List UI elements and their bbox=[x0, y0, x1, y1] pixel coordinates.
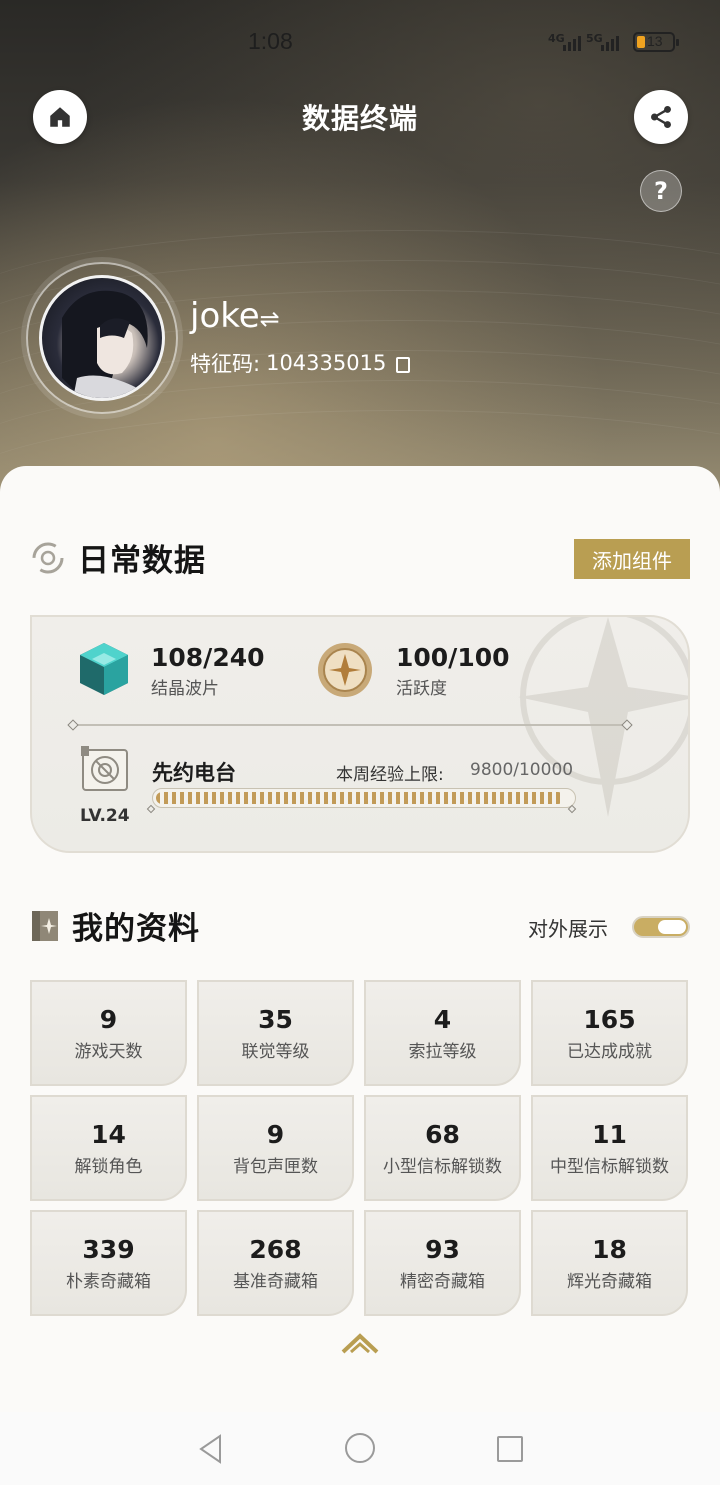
page-title: 数据终端 bbox=[301, 102, 418, 135]
activity-stat: 100/100 活跃度 bbox=[396, 643, 510, 699]
radio-level: LV.24 bbox=[80, 806, 130, 826]
avatar-portrait bbox=[62, 290, 148, 398]
profile-stat-value: 9 bbox=[99, 1004, 118, 1034]
share-button[interactable] bbox=[634, 90, 688, 144]
panel-divider bbox=[72, 724, 628, 726]
back-triangle-icon[interactable] bbox=[198, 1434, 224, 1464]
radio-icon bbox=[81, 746, 128, 791]
crystal-label: 结晶波片 bbox=[151, 679, 219, 699]
username: joke⇌ bbox=[190, 296, 280, 336]
profile-stat-cell: 165 已达成成就 bbox=[531, 980, 688, 1086]
profile-stat-label: 基准奇藏箱 bbox=[233, 1271, 318, 1292]
profile-stat-cell: 9 背包声匣数 bbox=[197, 1095, 354, 1201]
profile-stat-cell: 9 游戏天数 bbox=[30, 980, 187, 1086]
system-navigation-bar bbox=[0, 1412, 720, 1485]
weekly-exp-value: 9800/10000 bbox=[470, 760, 574, 780]
public-display-toggle[interactable] bbox=[632, 916, 690, 938]
status-bar: 1:08 4G 5G 13 bbox=[0, 22, 720, 62]
home-circle-icon[interactable] bbox=[345, 1433, 375, 1463]
weekly-exp-progress-fill bbox=[156, 792, 564, 804]
profile-stat-label: 解锁角色 bbox=[74, 1156, 143, 1177]
profile-stat-cell: 11 中型信标解锁数 bbox=[531, 1095, 688, 1201]
profile-stats-grid: 9 游戏天数 35 联觉等级 4 索拉等级 165 已达成成就 14 解锁角色 9 背包声匣数 68 小型… bbox=[30, 980, 690, 1316]
profile-stat-label: 小型信标解锁数 bbox=[383, 1156, 502, 1177]
battery-icon: 13 bbox=[633, 32, 679, 52]
signal-icon bbox=[601, 33, 619, 51]
username-text: joke bbox=[190, 296, 260, 336]
profile-stat-cell: 18 辉光奇藏箱 bbox=[531, 1210, 688, 1316]
toggle-knob bbox=[658, 920, 686, 934]
profile-stat-value: 165 bbox=[583, 1004, 636, 1034]
my-profile-header: 我的资料 bbox=[30, 903, 200, 948]
profile-stat-label: 联觉等级 bbox=[241, 1041, 310, 1062]
profile-stat-value: 4 bbox=[433, 1004, 452, 1034]
switch-account-icon[interactable]: ⇌ bbox=[260, 305, 280, 333]
profile-stat-label: 精密奇藏箱 bbox=[400, 1271, 485, 1292]
profile-stat-label: 背包声匣数 bbox=[233, 1156, 318, 1177]
profile-stat-cell: 68 小型信标解锁数 bbox=[364, 1095, 521, 1201]
my-profile-title: 我的资料 bbox=[72, 911, 200, 947]
weekly-exp-label: 本周经验上限: bbox=[336, 765, 444, 785]
profile-header-background bbox=[0, 0, 720, 520]
recent-apps-icon[interactable] bbox=[497, 1436, 523, 1462]
crystal-value: 108/240 bbox=[151, 643, 265, 672]
profile-stat-label: 游戏天数 bbox=[74, 1041, 143, 1062]
avatar[interactable] bbox=[39, 275, 165, 401]
activity-label: 活跃度 bbox=[396, 679, 447, 699]
signal-icon bbox=[563, 33, 581, 51]
profile-stat-label: 索拉等级 bbox=[408, 1041, 477, 1062]
profile-stat-cell: 339 朴素奇藏箱 bbox=[30, 1210, 187, 1316]
profile-stat-label: 朴素奇藏箱 bbox=[66, 1271, 151, 1292]
profile-stat-label: 辉光奇藏箱 bbox=[567, 1271, 652, 1292]
profile-stat-value: 68 bbox=[425, 1119, 460, 1149]
profile-stat-value: 11 bbox=[592, 1119, 627, 1149]
profile-card-icon bbox=[32, 910, 58, 941]
weekly-exp-progress bbox=[152, 788, 576, 808]
profile-stat-label: 中型信标解锁数 bbox=[550, 1156, 669, 1177]
activity-value: 100/100 bbox=[396, 643, 510, 672]
add-widget-button[interactable]: 添加组件 bbox=[574, 539, 690, 579]
profile-stat-cell: 14 解锁角色 bbox=[30, 1095, 187, 1201]
crystal-cube-icon bbox=[80, 643, 128, 695]
crystal-stat: 108/240 结晶波片 bbox=[151, 643, 265, 699]
emblem-watermark-icon bbox=[518, 617, 688, 817]
share-icon bbox=[651, 105, 671, 129]
public-display-label: 对外展示 bbox=[528, 917, 608, 941]
user-id-value: 104335015 bbox=[266, 351, 387, 375]
profile-stat-cell: 35 联觉等级 bbox=[197, 980, 354, 1086]
profile-stat-value: 35 bbox=[258, 1004, 293, 1034]
radio-name: 先约电台 bbox=[152, 761, 236, 785]
user-id-row: 特征码: 104335015 bbox=[190, 348, 411, 378]
profile-stat-cell: 4 索拉等级 bbox=[364, 980, 521, 1086]
daily-data-header: 日常数据 bbox=[30, 535, 206, 580]
profile-stat-value: 9 bbox=[266, 1119, 285, 1149]
copy-icon[interactable] bbox=[396, 357, 411, 373]
profile-stat-value: 268 bbox=[249, 1234, 302, 1264]
profile-stat-cell: 268 基准奇藏箱 bbox=[197, 1210, 354, 1316]
user-id-label: 特征码: bbox=[190, 352, 261, 376]
profile-stat-value: 339 bbox=[82, 1234, 135, 1264]
activity-medal-icon bbox=[318, 643, 372, 697]
status-time: 1:08 bbox=[248, 28, 293, 54]
daily-data-title: 日常数据 bbox=[78, 543, 206, 579]
collapse-chevron-icon[interactable] bbox=[341, 1332, 379, 1354]
profile-stat-value: 18 bbox=[592, 1234, 627, 1264]
battery-level: 13 bbox=[647, 33, 663, 49]
profile-stat-value: 14 bbox=[91, 1119, 126, 1149]
refresh-cycle-icon bbox=[32, 542, 64, 573]
help-button[interactable]: ? bbox=[640, 170, 682, 212]
profile-stat-value: 93 bbox=[425, 1234, 460, 1264]
profile-stat-cell: 93 精密奇藏箱 bbox=[364, 1210, 521, 1316]
profile-stat-label: 已达成成就 bbox=[567, 1041, 652, 1062]
